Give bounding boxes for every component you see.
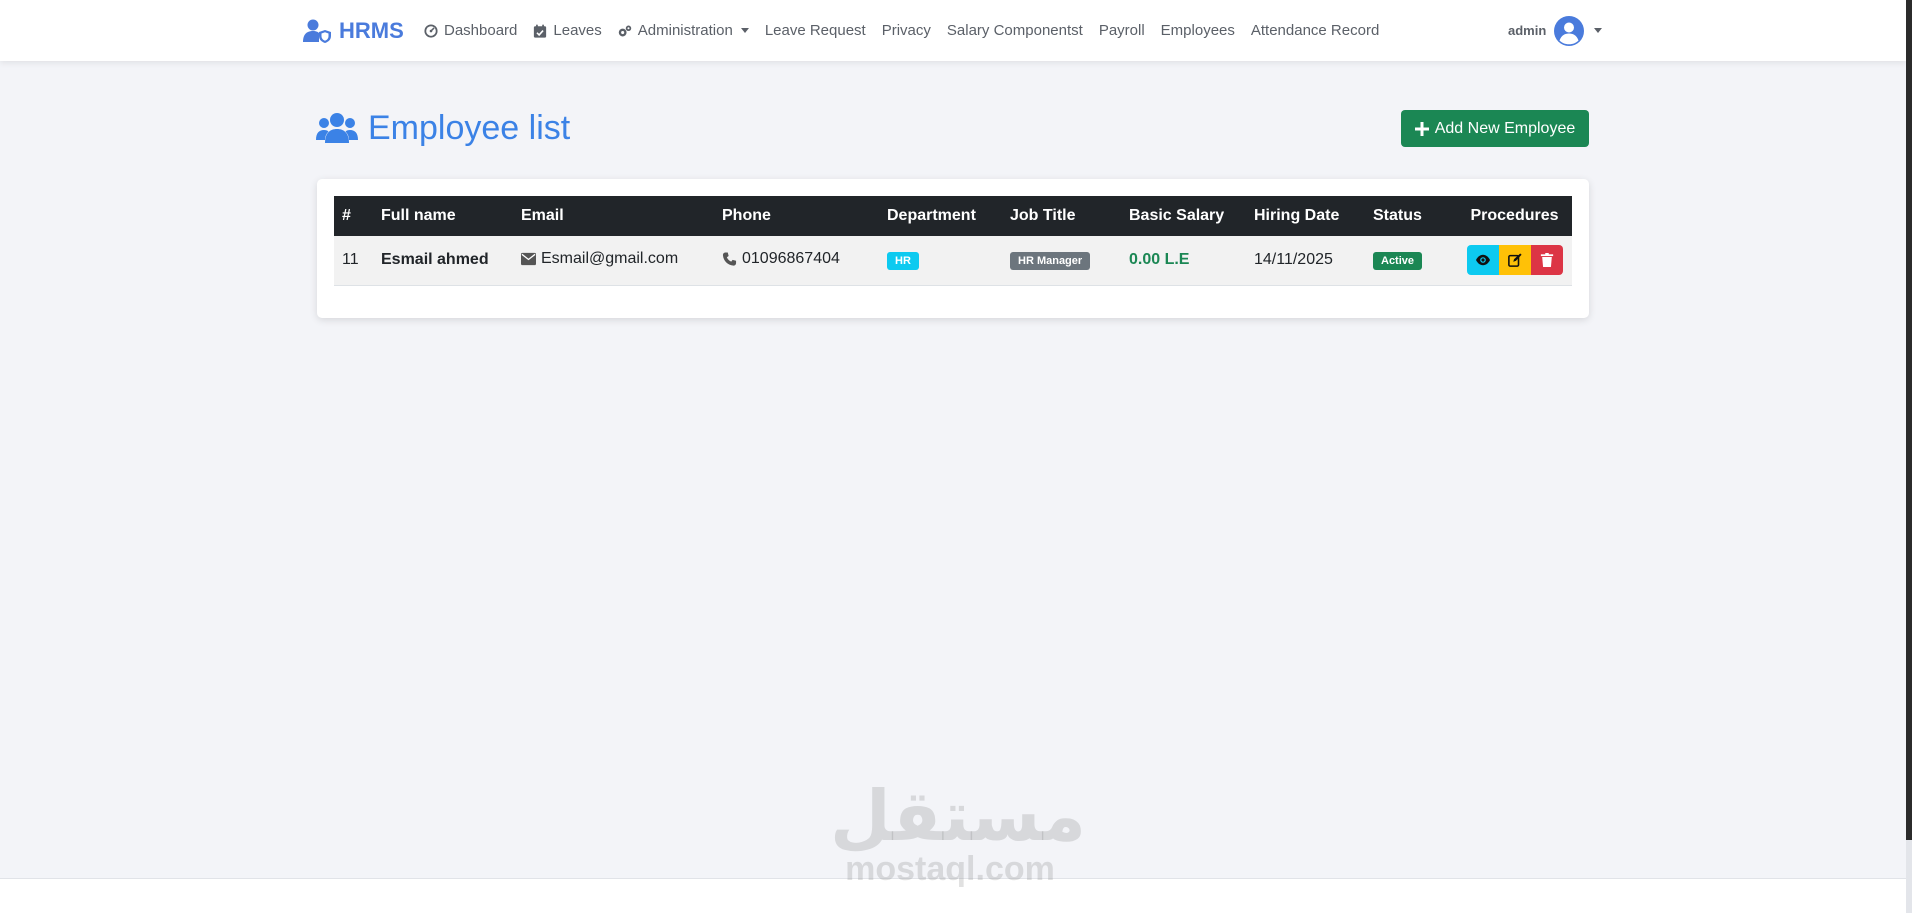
edit-icon	[1507, 253, 1522, 268]
phone-icon	[722, 252, 737, 266]
watermark: مستقل mostaql.com	[830, 775, 1087, 888]
table-header-row: # Full name Email Phone Department Job T…	[334, 196, 1572, 236]
employee-id: 11	[342, 251, 359, 269]
users-icon	[316, 113, 358, 143]
employee-table: # Full name Email Phone Department Job T…	[334, 196, 1572, 286]
delete-button[interactable]	[1530, 245, 1563, 276]
dashboard-icon	[424, 23, 438, 38]
nav-item-leave-request[interactable]: Leave Request	[765, 22, 866, 39]
top-navbar: HRMS Dashboard Leaves Administration Lea…	[0, 0, 1906, 61]
chevron-down-icon	[740, 28, 749, 33]
col-header: Status	[1373, 207, 1422, 224]
employee-status-cell: Active	[1365, 236, 1457, 285]
employee-email: Esmail@gmail.com	[541, 249, 679, 267]
employee-name: Esmail ahmed	[381, 251, 489, 269]
col-header: Email	[521, 207, 564, 224]
col-header: Basic Salary	[1129, 207, 1225, 224]
chevron-down-icon	[1594, 28, 1603, 33]
nav-item-salary-components[interactable]: Salary Componentst	[947, 22, 1083, 39]
add-new-employee-button[interactable]: Add New Employee	[1401, 110, 1589, 147]
col-header: Job Title	[1010, 207, 1076, 224]
row-actions	[1466, 245, 1563, 276]
watermark-text: mostaql.com	[845, 850, 1055, 888]
calendar-check-icon	[534, 23, 547, 38]
employee-job-cell: HR Manager	[1002, 236, 1121, 285]
col-header: Procedures	[1470, 207, 1559, 224]
nav-item-attendance-record[interactable]: Attendance Record	[1251, 22, 1379, 39]
nav-item-administration[interactable]: Administration	[618, 22, 749, 39]
status-badge: Active	[1373, 251, 1423, 270]
nav-menu: Dashboard Leaves Administration Leave Re…	[424, 0, 1395, 61]
nav-label: Leave Request	[764, 22, 866, 39]
employee-phone-cell: 01096867404	[714, 236, 879, 285]
nav-label: Payroll	[1098, 22, 1145, 39]
employee-hiring-date: 14/11/2025	[1254, 251, 1333, 269]
page-title: Employee list	[316, 106, 570, 150]
edit-button[interactable]	[1498, 245, 1531, 276]
nav-item-payroll[interactable]: Payroll	[1099, 22, 1145, 39]
user-menu[interactable]: admin	[1508, 0, 1603, 61]
nav-item-dashboard[interactable]: Dashboard	[424, 22, 517, 39]
nav-item-employees[interactable]: Employees	[1161, 22, 1235, 39]
add-button-label: Add New Employee	[1434, 119, 1576, 137]
col-header: #	[342, 207, 351, 224]
nav-label: Administration	[637, 22, 733, 39]
scrollbar-thumb[interactable]	[1906, 0, 1912, 840]
employee-table-card: # Full name Email Phone Department Job T…	[317, 179, 1589, 318]
employee-department-cell: HR	[879, 236, 1002, 285]
department-badge: HR	[887, 251, 919, 270]
nav-label: Employees	[1160, 22, 1235, 39]
page-title-text: Employee list	[368, 108, 571, 147]
user-shield-icon	[303, 19, 331, 43]
plus-icon	[1414, 121, 1429, 136]
table-row: 11 Esmail ahmed Esmail@gmail.com 0109686…	[334, 236, 1572, 285]
brand-logo[interactable]: HRMS	[303, 0, 404, 61]
employee-email-cell: Esmail@gmail.com	[513, 236, 714, 285]
trash-icon	[1540, 253, 1553, 268]
brand-name: HRMS	[339, 17, 404, 43]
employee-phone: 01096867404	[742, 249, 840, 267]
col-header: Phone	[722, 207, 771, 224]
employee-salary: 0.00 L.E	[1129, 251, 1190, 269]
user-avatar-icon	[1554, 15, 1585, 46]
user-name: admin	[1508, 23, 1547, 38]
nav-label: Leaves	[553, 22, 602, 39]
eye-icon	[1475, 255, 1490, 266]
employee-procedures-cell	[1457, 236, 1572, 285]
col-header: Full name	[381, 207, 456, 224]
col-header: Department	[887, 207, 976, 224]
nav-item-privacy[interactable]: Privacy	[882, 22, 931, 39]
nav-label: Attendance Record	[1250, 22, 1380, 39]
view-button[interactable]	[1466, 245, 1499, 276]
job-title-badge: HR Manager	[1010, 251, 1091, 270]
envelope-icon	[521, 252, 536, 265]
gears-icon	[618, 25, 631, 36]
nav-label: Salary Componentst	[946, 22, 1083, 39]
nav-item-leaves[interactable]: Leaves	[533, 22, 602, 39]
nav-label: Dashboard	[444, 22, 518, 39]
watermark-logo: مستقل	[830, 775, 1087, 857]
col-header: Hiring Date	[1254, 207, 1340, 224]
nav-label: Privacy	[881, 22, 931, 39]
